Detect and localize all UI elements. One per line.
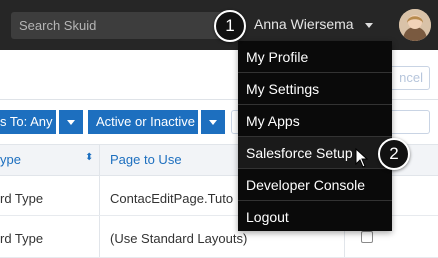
search-input[interactable]: Search Skuid xyxy=(11,12,237,39)
filter-field-end[interactable] xyxy=(388,110,430,134)
filter-assigned-to[interactable]: s To: Any xyxy=(0,110,56,134)
chevron-down-icon xyxy=(209,120,217,125)
table-cell-type: rd Type xyxy=(0,191,44,206)
avatar[interactable] xyxy=(399,9,431,41)
chevron-down-icon[interactable] xyxy=(365,23,373,28)
filter-active-dropdown[interactable] xyxy=(201,110,225,134)
user-menu-trigger[interactable]: Anna Wiersema xyxy=(254,16,354,32)
menu-item-my-profile[interactable]: My Profile xyxy=(238,41,392,73)
chevron-down-icon xyxy=(67,120,75,125)
mouse-cursor-icon xyxy=(355,148,369,168)
table-cell-type: rd Type xyxy=(0,231,44,246)
sort-icon[interactable]: ⬍ xyxy=(85,152,93,163)
table-cell-page: ContacEditPage.Tuto xyxy=(110,191,234,206)
column-header-page-to-use[interactable]: Page to Use xyxy=(110,152,182,167)
menu-item-my-apps[interactable]: My Apps xyxy=(238,105,392,137)
filter-active[interactable]: Active or Inactive xyxy=(88,110,198,134)
column-header-type[interactable]: ype xyxy=(0,152,21,167)
user-dropdown-menu: My Profile My Settings My Apps Salesforc… xyxy=(238,41,392,231)
menu-item-developer-console[interactable]: Developer Console xyxy=(238,169,392,201)
column-divider xyxy=(99,144,100,258)
filter-assigned-to-dropdown[interactable] xyxy=(59,110,83,134)
table-cell-page: (Use Standard Layouts) xyxy=(110,231,248,246)
step-marker-1: 1 xyxy=(214,10,246,42)
menu-item-my-settings[interactable]: My Settings xyxy=(238,73,392,105)
step-marker-2: 2 xyxy=(378,138,410,170)
menu-item-logout[interactable]: Logout xyxy=(238,201,392,233)
